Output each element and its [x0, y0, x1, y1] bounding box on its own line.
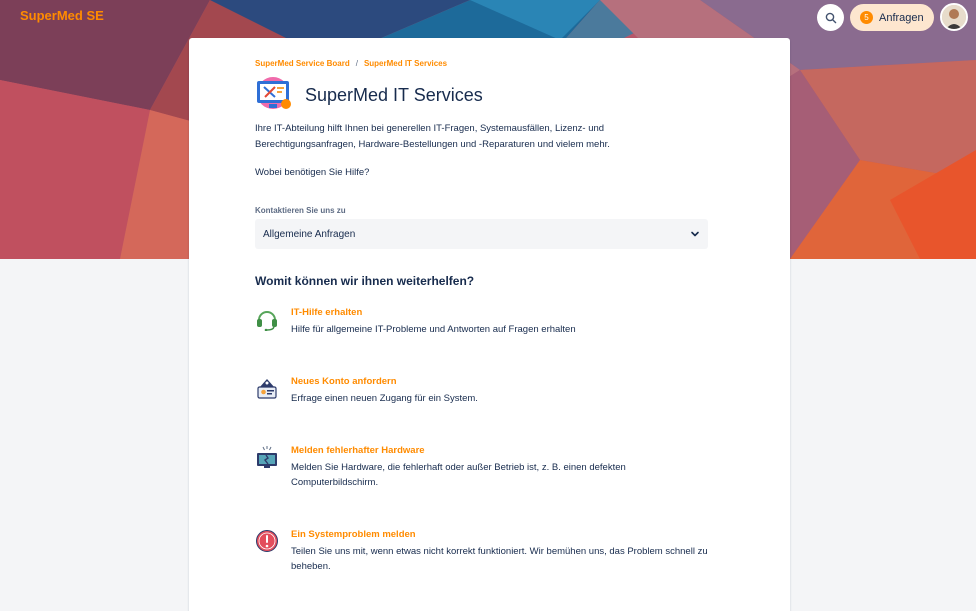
requests-button[interactable]: 5 Anfragen [850, 4, 934, 31]
request-type-system-problem[interactable]: Ein Systemproblem melden Teilen Sie uns … [255, 528, 711, 574]
option-title[interactable]: Ein Systemproblem melden [291, 528, 711, 542]
help-question: Wobei benötigen Sie Hilfe? [255, 167, 370, 178]
option-title[interactable]: Melden fehlerhafter Hardware [291, 444, 711, 458]
title-row: SuperMed IT Services [255, 77, 483, 113]
headset-icon [257, 311, 277, 331]
chevron-down-icon [691, 231, 699, 237]
contact-select-value: Allgemeine Anfragen [263, 228, 356, 240]
breadcrumb: SuperMed Service Board / SuperMed IT Ser… [255, 59, 447, 68]
search-button[interactable] [817, 4, 844, 31]
breadcrumb-separator: / [355, 59, 358, 68]
breadcrumb-item-service-board[interactable]: SuperMed Service Board [255, 59, 350, 68]
option-description: Melden Sie Hardware, die fehlerhaft oder… [291, 462, 626, 488]
avatar[interactable] [940, 3, 968, 31]
contact-label: Kontaktieren Sie uns zu [255, 206, 346, 215]
request-type-it-help[interactable]: IT-Hilfe erhalten Hilfe für allgemeine I… [255, 306, 711, 337]
portal-logo-icon [257, 77, 291, 109]
broken-hardware-icon [257, 446, 277, 468]
portal-card: SuperMed Service Board / SuperMed IT Ser… [189, 38, 790, 611]
option-description: Teilen Sie uns mit, wenn etwas nicht kor… [291, 546, 708, 572]
page-title: SuperMed IT Services [305, 84, 483, 105]
portal-description: Ihre IT-Abteilung hilft Ihnen bei genere… [255, 123, 610, 150]
option-title[interactable]: Neues Konto anfordern [291, 375, 711, 389]
requests-label: Anfragen [879, 11, 924, 24]
option-description: Erfrage einen neuen Zugang für ein Syste… [291, 393, 478, 404]
section-title: Womit können wir ihnen weiterhelfen? [255, 274, 475, 288]
breadcrumb-item-it-services[interactable]: SuperMed IT Services [364, 59, 447, 68]
option-title[interactable]: IT-Hilfe erhalten [291, 306, 711, 320]
warning-icon [256, 530, 278, 552]
contact-select[interactable]: Allgemeine Anfragen [255, 219, 708, 249]
brand-logo[interactable]: SuperMed SE [20, 8, 104, 23]
requests-count-badge: 5 [860, 11, 873, 24]
request-type-new-account[interactable]: Neues Konto anfordern Erfrage einen neue… [255, 375, 711, 406]
option-description: Hilfe für allgemeine IT-Probleme und Ant… [291, 324, 576, 335]
search-icon [825, 12, 836, 23]
user-avatar-icon [942, 5, 966, 29]
request-type-broken-hardware[interactable]: Melden fehlerhafter Hardware Melden Sie … [255, 444, 711, 490]
account-card-icon [257, 379, 277, 399]
